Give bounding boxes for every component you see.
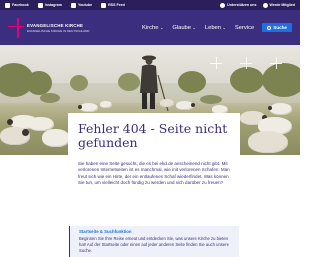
info-title-link[interactable]: Startseite & Suchfunktion bbox=[79, 229, 230, 234]
youtube-label: Youtube bbox=[77, 3, 93, 7]
support-label: Unterstützen uns bbox=[227, 3, 257, 7]
facebook-label: Facebook bbox=[12, 3, 29, 7]
nav-item-kirche[interactable]: Kirche ⌄ bbox=[142, 25, 163, 31]
nav-label: Kirche bbox=[142, 24, 159, 31]
site-header: EVANGELISCHE KIRCHE EVANGELISCHE KIRCHE … bbox=[0, 10, 300, 45]
search-button[interactable]: Suche bbox=[262, 23, 292, 32]
nav-label: Service bbox=[234, 24, 255, 31]
member-link[interactable]: Werde Mitglied bbox=[262, 2, 296, 8]
page-title: Fehler 404 - Seite nicht gefunden bbox=[78, 121, 228, 150]
user-icon bbox=[262, 2, 268, 8]
info-text: Beginnen Sie Ihre Reise erneut und entde… bbox=[79, 235, 229, 253]
search-icon bbox=[267, 25, 272, 30]
rss-icon bbox=[101, 2, 107, 8]
main-nav: Kirche ⌄ Glaube ⌄ Leben ⌄ Service Suche bbox=[133, 23, 292, 32]
error-card: Fehler 404 - Seite nicht gefunden Sie ha… bbox=[68, 113, 240, 200]
nav-item-service[interactable]: Service bbox=[235, 25, 254, 31]
facebook-icon bbox=[5, 2, 10, 8]
rss-label: RSS Feed bbox=[108, 3, 125, 7]
search-label: Suche bbox=[273, 25, 287, 30]
heart-icon bbox=[220, 2, 226, 8]
nav-label: Leben bbox=[204, 24, 221, 31]
nav-label: Glaube bbox=[172, 24, 192, 31]
nav-item-glaube[interactable]: Glaube ⌄ bbox=[172, 25, 196, 31]
info-box: Startseite & Suchfunktion Beginnen Sie I… bbox=[69, 226, 239, 257]
chevron-down-icon: ⌄ bbox=[192, 25, 196, 30]
rss-link[interactable]: RSS Feed bbox=[101, 2, 125, 8]
logo-title: EVANGELISCHE KIRCHE bbox=[27, 22, 84, 28]
youtube-link[interactable]: Youtube bbox=[70, 2, 93, 8]
youtube-icon bbox=[70, 2, 76, 8]
instagram-label: Instagram bbox=[44, 3, 62, 7]
utility-bar: Facebook Instagram Youtube RSS Feed Unte… bbox=[0, 0, 300, 10]
instagram-icon bbox=[37, 2, 43, 8]
chevron-down-icon: ⌄ bbox=[159, 25, 164, 30]
site-logo[interactable]: EVANGELISCHE KIRCHE EVANGELISCHE KIRCHE … bbox=[8, 17, 90, 38]
nav-item-leben[interactable]: Leben ⌄ bbox=[205, 25, 226, 31]
member-label: Werde Mitglied bbox=[269, 3, 296, 7]
cross-logo-icon bbox=[8, 17, 24, 38]
error-text: Sie haben eine Seite gesucht, die es bei… bbox=[78, 161, 230, 186]
support-link[interactable]: Unterstützen uns bbox=[220, 2, 257, 8]
chevron-down-icon: ⌄ bbox=[222, 25, 226, 30]
instagram-link[interactable]: Instagram bbox=[37, 2, 62, 8]
logo-subtitle: EVANGELISCHE KIRCHE IN DEUTSCHLAND bbox=[27, 28, 90, 33]
facebook-link[interactable]: Facebook bbox=[5, 2, 29, 8]
